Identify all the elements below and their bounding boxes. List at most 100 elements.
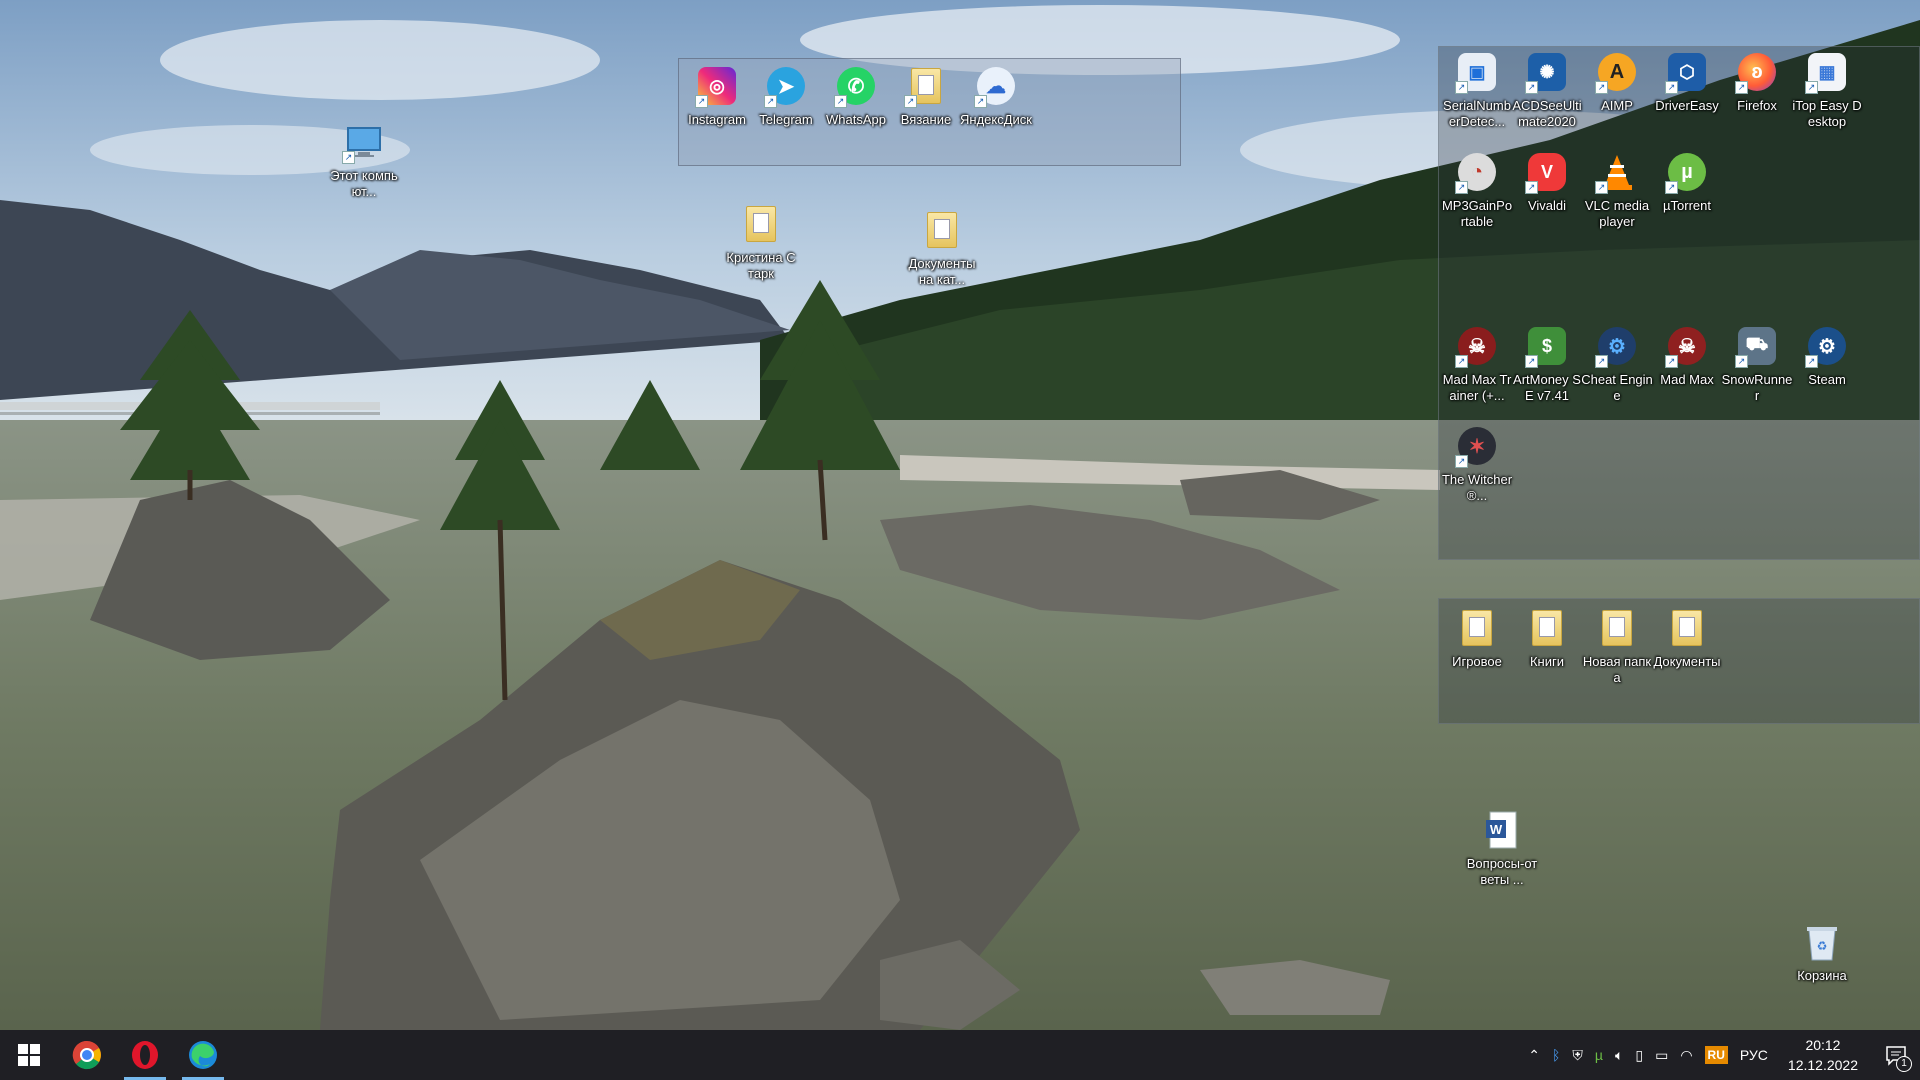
taskbar-chrome[interactable]: [58, 1030, 116, 1080]
folder-icon: [1602, 610, 1632, 646]
speaker-icon: 🔈︎: [1614, 1046, 1624, 1063]
drivereasy-shortcut[interactable]: ⬡ ↗ DriverEasy: [1651, 50, 1723, 114]
start-button[interactable]: [0, 1030, 58, 1080]
documents-on-kat-folder[interactable]: Документы на кат...: [906, 208, 978, 288]
icon-label: Документы на кат...: [908, 256, 976, 287]
clock-time: 20:12: [1805, 1037, 1841, 1053]
network-tray[interactable]: ◠: [1674, 1030, 1698, 1080]
folder-icon: [1532, 610, 1562, 646]
icon-label: Документы: [1653, 654, 1721, 669]
taskbar-opera[interactable]: [116, 1030, 174, 1080]
steam-shortcut[interactable]: ⚙ ↗ Steam: [1791, 324, 1863, 388]
word-document-icon: W: [1480, 808, 1524, 852]
shortcut-arrow-icon: ↗: [1735, 81, 1748, 94]
firefox-shortcut[interactable]: ʚ ↗ Firefox: [1721, 50, 1793, 114]
icon-label: Новая папка: [1582, 654, 1652, 685]
shortcut-arrow-icon: ↗: [1595, 81, 1608, 94]
shield-icon: ⛨: [1572, 1046, 1583, 1063]
shortcut-arrow-icon: ↗: [1665, 355, 1678, 368]
icon-label: ЯндексДиск: [960, 112, 1032, 127]
yandex-disk-shortcut[interactable]: ☁ ↗ ЯндексДиск: [960, 64, 1032, 128]
icon-label: Telegram: [759, 112, 813, 127]
icon-label: Книги: [1529, 654, 1565, 669]
language-badge-label: RU: [1704, 1046, 1728, 1064]
aimp-shortcut[interactable]: A ↗ AIMP: [1581, 50, 1653, 114]
action-center-button[interactable]: 1: [1872, 1030, 1920, 1080]
security-tray[interactable]: ⛨: [1566, 1030, 1589, 1080]
icon-label: Mad Max: [1660, 372, 1714, 387]
icon-label: VLC media player: [1584, 198, 1650, 229]
clock[interactable]: 20:12 12.12.2022: [1774, 1035, 1872, 1075]
taskbar: ⌃ ᛒ ⛨ µ 🔈︎ ▯ ▭ ◠ RU РУС 20:12 12.12.2022…: [0, 1030, 1920, 1080]
madmax-trainer-shortcut[interactable]: ☠ ↗ Mad Max Trainer (+...: [1441, 324, 1513, 404]
cheat-engine-shortcut[interactable]: ⚙ ↗ Cheat Engine: [1581, 324, 1653, 404]
usb-tray[interactable]: ▯: [1629, 1030, 1649, 1080]
opera-icon: [132, 1041, 158, 1069]
acdsee-shortcut[interactable]: ✺ ↗ ACDSeeUltimate2020: [1511, 50, 1583, 130]
itop-shortcut[interactable]: ▦ ↗ iTop Easy Desktop: [1791, 50, 1863, 130]
taskbar-edge[interactable]: [174, 1030, 232, 1080]
utorrent-icon: µ: [1594, 1047, 1603, 1063]
icon-label: Этот компьют...: [330, 168, 398, 199]
chrome-icon: [72, 1040, 101, 1070]
word-document-file[interactable]: W Вопросы-ответы ...: [1466, 808, 1538, 888]
icon-label: Кристина Старк: [726, 250, 796, 281]
shortcut-arrow-icon: ↗: [695, 95, 708, 108]
icon-label: Вязание: [900, 112, 952, 127]
this-pc-icon: ↗: [342, 120, 386, 164]
icon-label: SnowRunner: [1721, 372, 1793, 403]
shortcut-arrow-icon: ↗: [1665, 81, 1678, 94]
vivaldi-shortcut[interactable]: V ↗ Vivaldi: [1511, 150, 1583, 214]
telegram-shortcut[interactable]: ➤ ↗ Telegram: [750, 64, 822, 128]
svg-text:W: W: [1490, 822, 1503, 837]
vlc-shortcut[interactable]: ↗ VLC media player: [1581, 150, 1653, 230]
icon-label: Instagram: [688, 112, 746, 127]
shortcut-arrow-icon: ↗: [764, 95, 777, 108]
madmax-shortcut[interactable]: ☠ ↗ Mad Max: [1651, 324, 1723, 388]
system-tray: ⌃ ᛒ ⛨ µ 🔈︎ ▯ ▭ ◠ RU РУС 20:12 12.12.2022…: [1522, 1030, 1920, 1080]
mp3gain-shortcut[interactable]: ◔ ↗ MP3GainPortable: [1441, 150, 1513, 230]
shortcut-arrow-icon: ↗: [1455, 455, 1468, 468]
recycle-bin[interactable]: ♻ Корзина: [1786, 920, 1858, 984]
input-language[interactable]: РУС: [1734, 1030, 1774, 1080]
this-pc-shortcut[interactable]: ↗ Этот компьют...: [328, 120, 400, 200]
icon-label: Игровое: [1452, 654, 1502, 669]
folder-icon: [1462, 610, 1492, 646]
icon-label: Mad Max Trainer (+...: [1442, 372, 1512, 403]
kristina-stark-folder[interactable]: Кристина Старк: [725, 202, 797, 282]
games-folder[interactable]: Игровое: [1441, 606, 1513, 670]
witcher-shortcut[interactable]: ✶ ↗ The Witcher®...: [1441, 424, 1513, 504]
svg-text:♻: ♻: [1817, 939, 1828, 953]
icon-label: Корзина: [1797, 968, 1847, 983]
wifi-icon: ◠: [1680, 1046, 1693, 1063]
clock-date: 12.12.2022: [1787, 1057, 1858, 1073]
books-folder[interactable]: Книги: [1511, 606, 1583, 670]
battery-icon: ▭: [1655, 1046, 1669, 1063]
serialnumber-shortcut[interactable]: ▣ ↗ SerialNumberDetec...: [1441, 50, 1513, 130]
snowrunner-shortcut[interactable]: ⛟ ↗ SnowRunner: [1721, 324, 1793, 404]
shortcut-arrow-icon: ↗: [1525, 81, 1538, 94]
shortcut-arrow-icon: ↗: [834, 95, 847, 108]
shortcut-arrow-icon: ↗: [1805, 81, 1818, 94]
new-folder[interactable]: Новая папка: [1581, 606, 1653, 686]
shortcut-arrow-icon: ↗: [1455, 81, 1468, 94]
notification-count: 1: [1896, 1056, 1912, 1072]
icon-label: AIMP: [1601, 98, 1633, 113]
utorrent-tray[interactable]: µ: [1589, 1030, 1609, 1080]
utorrent-shortcut[interactable]: µ ↗ µTorrent: [1651, 150, 1723, 214]
show-hidden-icons-button[interactable]: ⌃: [1522, 1030, 1546, 1080]
folder-icon: [1672, 610, 1702, 646]
documents-folder[interactable]: Документы: [1651, 606, 1723, 670]
shortcut-arrow-icon: ↗: [342, 151, 355, 164]
volume-tray[interactable]: 🔈︎: [1609, 1030, 1629, 1080]
icon-label: WhatsApp: [826, 112, 886, 127]
battery-tray[interactable]: ▭: [1649, 1030, 1674, 1080]
language-badge[interactable]: RU: [1699, 1030, 1734, 1080]
icon-label: ACDSeeUltimate2020: [1512, 98, 1582, 129]
knitting-folder[interactable]: ↗ Вязание: [890, 64, 962, 128]
artmoney-shortcut[interactable]: $ ↗ ArtMoney SE v7.41: [1511, 324, 1583, 404]
instagram-shortcut[interactable]: ◎ ↗ Instagram: [681, 64, 753, 128]
bluetooth-tray[interactable]: ᛒ: [1546, 1030, 1566, 1080]
shortcut-arrow-icon: ↗: [1455, 181, 1468, 194]
whatsapp-shortcut[interactable]: ✆ ↗ WhatsApp: [820, 64, 892, 128]
